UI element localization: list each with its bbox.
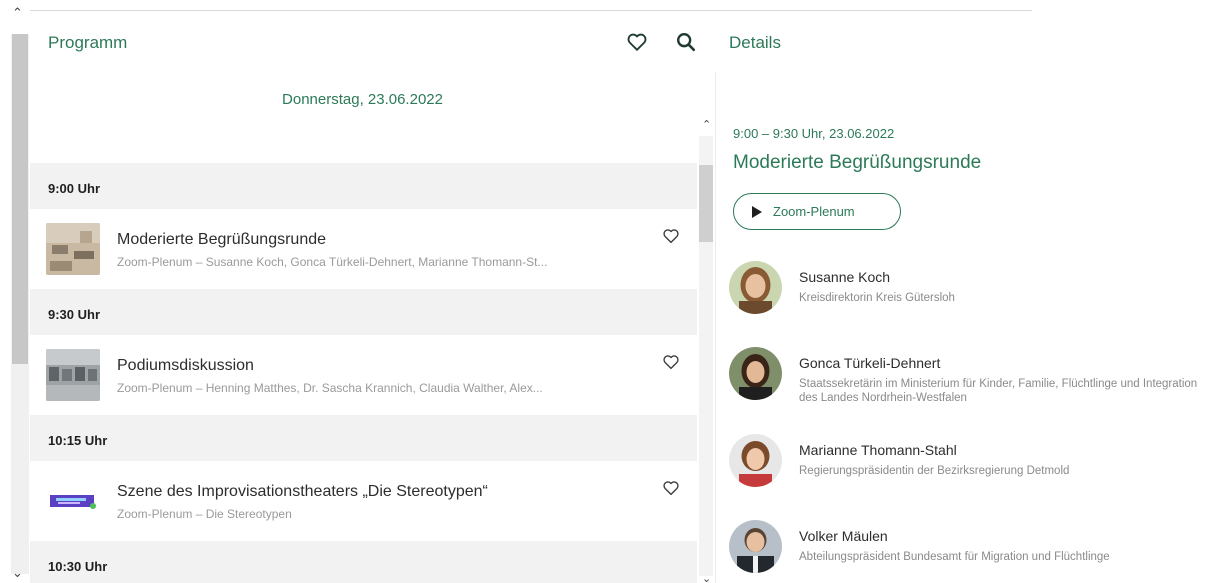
session-subtitle: Zoom-Plenum – Susanne Koch, Gonca Türkel… — [117, 255, 548, 269]
zoom-plenum-label: Zoom-Plenum — [773, 204, 855, 219]
list-scroll-down-icon[interactable]: ⌄ — [702, 572, 711, 583]
time-slot-header: 9:30 Uhr — [30, 289, 697, 335]
program-panel: Programm Donnerstag, 23.06.2022 9:00 Uhr… — [30, 11, 715, 583]
scrollbar-thumb[interactable] — [12, 34, 28, 364]
speaker-role: Regierungspräsidentin der Bezirksregieru… — [799, 465, 1070, 477]
speaker-name: Susanne Koch — [799, 269, 891, 285]
session-item[interactable]: Moderierte Begrüßungsrunde Zoom-Plenum –… — [30, 209, 697, 289]
date-heading: Donnerstag, 23.06.2022 — [282, 91, 443, 108]
zoom-plenum-button[interactable]: Zoom-Plenum — [733, 193, 901, 230]
speaker-name: Volker Mäulen — [799, 528, 888, 544]
program-header: Programm — [30, 11, 715, 73]
list-scrollbar[interactable]: ⌃ ⌄ — [697, 110, 715, 583]
speaker-avatar — [729, 261, 782, 314]
session-subtitle: Zoom-Plenum – Henning Matthes, Dr. Sasch… — [117, 381, 543, 395]
speaker-avatar — [729, 434, 782, 487]
list-scrollbar-thumb[interactable] — [699, 165, 713, 242]
session-title: Podiumsdiskussion — [117, 357, 254, 374]
list-scroll-up-icon[interactable]: ⌃ — [702, 118, 711, 131]
session-item[interactable]: Szene des Improvisationstheaters „Die St… — [30, 461, 697, 541]
speaker-role: Staatssekretärin im Ministerium für Kind… — [799, 378, 1198, 404]
program-title: Programm — [48, 33, 128, 52]
session-title: Szene des Improvisationstheaters „Die St… — [117, 483, 488, 500]
favorite-heart-icon[interactable] — [662, 227, 680, 245]
speaker-name: Marianne Thomann-Stahl — [799, 442, 957, 458]
heart-outline-icon[interactable] — [626, 31, 648, 53]
window-scrollbar[interactable]: ⌃ ⌄ — [0, 0, 30, 583]
time-slot-header: 10:30 Uhr — [30, 541, 697, 583]
session-thumbnail — [46, 349, 100, 401]
favorite-heart-icon[interactable] — [662, 353, 680, 371]
details-session-title: Moderierte Begrüßungsrunde — [733, 152, 982, 173]
session-thumbnail — [46, 223, 100, 275]
speaker-avatar — [729, 347, 782, 400]
favorite-heart-icon[interactable] — [662, 479, 680, 497]
time-slot-header: 9:00 Uhr — [30, 163, 697, 209]
speaker-role: Kreisdirektorin Kreis Gütersloh — [799, 292, 955, 304]
scroll-down-arrow-icon[interactable]: ⌄ — [12, 566, 23, 581]
details-panel: Details 9:00 – 9:30 Uhr, 23.06.2022 Mode… — [716, 11, 1217, 583]
session-item[interactable]: Podiumsdiskussion Zoom-Plenum – Henning … — [30, 335, 697, 415]
details-title: Details — [729, 33, 781, 52]
time-slot-header: 10:15 Uhr — [30, 415, 697, 461]
session-thumbnail — [46, 475, 100, 527]
speaker-avatar — [729, 520, 782, 573]
session-title: Moderierte Begrüßungsrunde — [117, 231, 327, 248]
speaker-name: Gonca Türkeli-Dehnert — [799, 355, 941, 371]
scroll-up-arrow-icon[interactable]: ⌃ — [12, 6, 23, 21]
session-list: 9:00 Uhr Moderierte Begrüßungsrunde Zoom… — [30, 163, 697, 583]
details-time: 9:00 – 9:30 Uhr, 23.06.2022 — [733, 126, 895, 141]
session-subtitle: Zoom-Plenum – Die Stereotypen — [117, 507, 292, 521]
speaker-role: Abteilungspräsident Bundesamt für Migrat… — [799, 551, 1110, 563]
play-icon — [752, 205, 762, 218]
search-icon[interactable] — [675, 31, 697, 53]
